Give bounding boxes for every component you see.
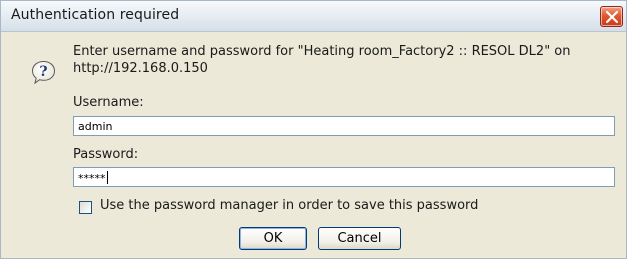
close-icon (606, 11, 618, 23)
question-icon: ? (31, 60, 56, 85)
close-button[interactable] (600, 6, 623, 27)
remember-password-label[interactable]: Use the password manager in order to sav… (100, 198, 478, 213)
text-caret (106, 171, 108, 184)
auth-prompt-text: Enter username and password for "Heating… (73, 44, 571, 76)
auth-dialog: Authentication required ? Enter username… (0, 0, 627, 259)
svg-text:?: ? (39, 64, 47, 80)
cancel-button[interactable]: Cancel (318, 227, 401, 250)
ok-button[interactable]: OK (239, 227, 307, 250)
password-label: Password: (73, 147, 139, 162)
username-label: Username: (73, 95, 144, 110)
username-field[interactable]: admin (73, 116, 615, 136)
title-bar: Authentication required (1, 1, 626, 32)
password-field[interactable]: ***** (73, 167, 615, 187)
password-value: ***** (78, 172, 106, 185)
remember-password-checkbox[interactable] (79, 201, 92, 214)
dialog-title: Authentication required (11, 7, 180, 23)
username-value: admin (78, 120, 113, 133)
